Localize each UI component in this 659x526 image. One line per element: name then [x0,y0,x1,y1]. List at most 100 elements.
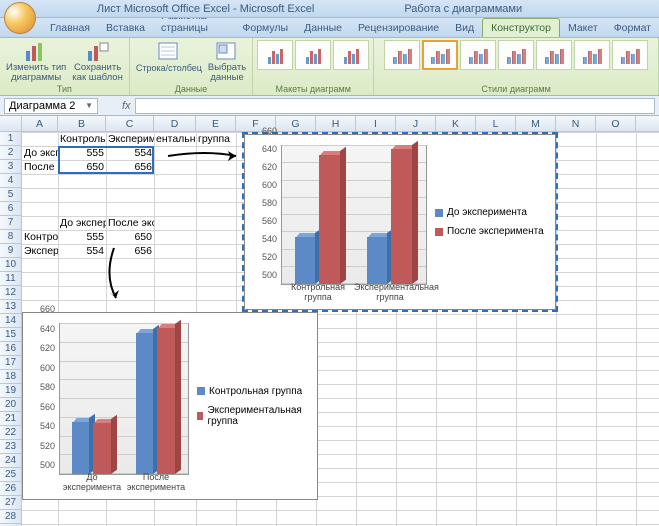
row-header-16[interactable]: 16 [0,342,22,356]
menu-tab-главная[interactable]: Главная [42,19,98,37]
layout-option-3[interactable] [333,40,369,70]
style-option-3[interactable] [460,40,496,70]
change-chart-type-button[interactable]: Изменить тип диаграммы [4,40,68,83]
row-header-24[interactable]: 24 [0,454,22,468]
row-header-5[interactable]: 5 [0,188,22,202]
row-header-28[interactable]: 28 [0,510,22,524]
formula-input[interactable] [135,98,655,114]
col-header-D[interactable]: D [154,116,196,131]
row-header-25[interactable]: 25 [0,468,22,482]
row-header-2[interactable]: 2 [0,146,22,160]
menu-tab-формат[interactable]: Формат [606,19,659,37]
menu-tab-вставка[interactable]: Вставка [98,19,153,37]
cell-A9[interactable]: Экспери [22,244,58,258]
layout-option-1[interactable] [257,40,293,70]
switch-row-col-button[interactable]: Строка/столбец [134,40,204,83]
name-box[interactable]: Диаграмма 2 ▼ [4,98,98,114]
row-header-21[interactable]: 21 [0,412,22,426]
row-header-9[interactable]: 9 [0,244,22,258]
bar[interactable] [391,149,411,284]
col-header-J[interactable]: J [396,116,436,131]
menu-tab-конструктор[interactable]: Конструктор [482,18,560,37]
cell-B2[interactable]: 555 [58,146,106,160]
row-header-7[interactable]: 7 [0,216,22,230]
col-header-N[interactable]: N [556,116,596,131]
worksheet-grid[interactable]: ABCDEFGHIJKLMNO 123456789101112131415161… [0,116,659,526]
bar[interactable] [72,422,90,474]
menu-tab-данные[interactable]: Данные [296,19,350,37]
row-header-15[interactable]: 15 [0,328,22,342]
menu-tab-вид[interactable]: Вид [447,19,482,37]
bar[interactable] [136,333,154,474]
bar[interactable] [93,423,111,474]
cell-C9[interactable]: 656 [106,244,154,258]
row-header-1[interactable]: 1 [0,132,22,146]
cell-C1[interactable]: Эксперим [106,132,154,146]
col-header-O[interactable]: O [596,116,636,131]
row-header-10[interactable]: 10 [0,258,22,272]
col-header-C[interactable]: C [106,116,154,131]
row-header-13[interactable]: 13 [0,300,22,314]
cell-C7[interactable]: После эксперимента [106,216,154,230]
row-header-19[interactable]: 19 [0,384,22,398]
cell-B1[interactable]: Контроль [58,132,106,146]
col-header-B[interactable]: B [58,116,106,131]
bar[interactable] [319,155,339,284]
row-header-14[interactable]: 14 [0,314,22,328]
cell-B3[interactable]: 650 [58,160,106,174]
save-as-template-button[interactable]: Сохранить как шаблон [70,40,125,83]
row-header-26[interactable]: 26 [0,482,22,496]
cell-A3[interactable]: После эк [22,160,58,174]
bar[interactable] [295,237,315,284]
cell-E1[interactable]: группа [196,132,236,146]
menu-tab-формулы[interactable]: Формулы [234,19,296,37]
cell-D1[interactable]: ентальная [154,132,196,146]
cell-B7[interactable]: До экспер [58,216,106,230]
row-header-12[interactable]: 12 [0,286,22,300]
bar[interactable] [367,237,387,284]
cell-C3[interactable]: 656 [106,160,154,174]
dropdown-icon[interactable]: ▼ [85,101,93,110]
row-header-20[interactable]: 20 [0,398,22,412]
col-header-A[interactable]: A [22,116,58,131]
style-option-1[interactable] [384,40,420,70]
row-header-8[interactable]: 8 [0,230,22,244]
row-header-22[interactable]: 22 [0,426,22,440]
col-header-M[interactable]: M [516,116,556,131]
style-option-4[interactable] [498,40,534,70]
row-header-6[interactable]: 6 [0,202,22,216]
row-header-11[interactable]: 11 [0,272,22,286]
cell-C8[interactable]: 650 [106,230,154,244]
office-button[interactable] [4,2,36,34]
chart-2[interactable]: 500520540560580600620640660До эксперимен… [22,312,318,500]
select-all-corner[interactable] [0,116,22,131]
col-header-I[interactable]: I [356,116,396,131]
row-header-3[interactable]: 3 [0,160,22,174]
bar[interactable] [157,328,175,474]
row-header-18[interactable]: 18 [0,370,22,384]
row-header-4[interactable]: 4 [0,174,22,188]
cell-C2[interactable]: 554 [106,146,154,160]
fx-icon[interactable]: fx [122,100,131,112]
cell-B8[interactable]: 555 [58,230,106,244]
style-option-2[interactable] [422,40,458,70]
row-header-27[interactable]: 27 [0,496,22,510]
style-option-6[interactable] [574,40,610,70]
cell-A2[interactable]: До экспер [22,146,58,160]
menu-tab-рецензирование[interactable]: Рецензирование [350,19,447,37]
layout-option-2[interactable] [295,40,331,70]
col-header-H[interactable]: H [316,116,356,131]
col-header-G[interactable]: G [276,116,316,131]
col-header-L[interactable]: L [476,116,516,131]
chart-1[interactable]: 500520540560580600620640660Контрольная г… [244,134,556,310]
menu-tab-макет[interactable]: Макет [560,19,606,37]
style-option-7[interactable] [612,40,648,70]
col-header-K[interactable]: K [436,116,476,131]
col-header-E[interactable]: E [196,116,236,131]
select-data-button[interactable]: Выбрать данные [206,40,248,83]
row-header-23[interactable]: 23 [0,440,22,454]
row-header-17[interactable]: 17 [0,356,22,370]
style-option-5[interactable] [536,40,572,70]
cell-B9[interactable]: 554 [58,244,106,258]
cell-A8[interactable]: Контроль [22,230,58,244]
